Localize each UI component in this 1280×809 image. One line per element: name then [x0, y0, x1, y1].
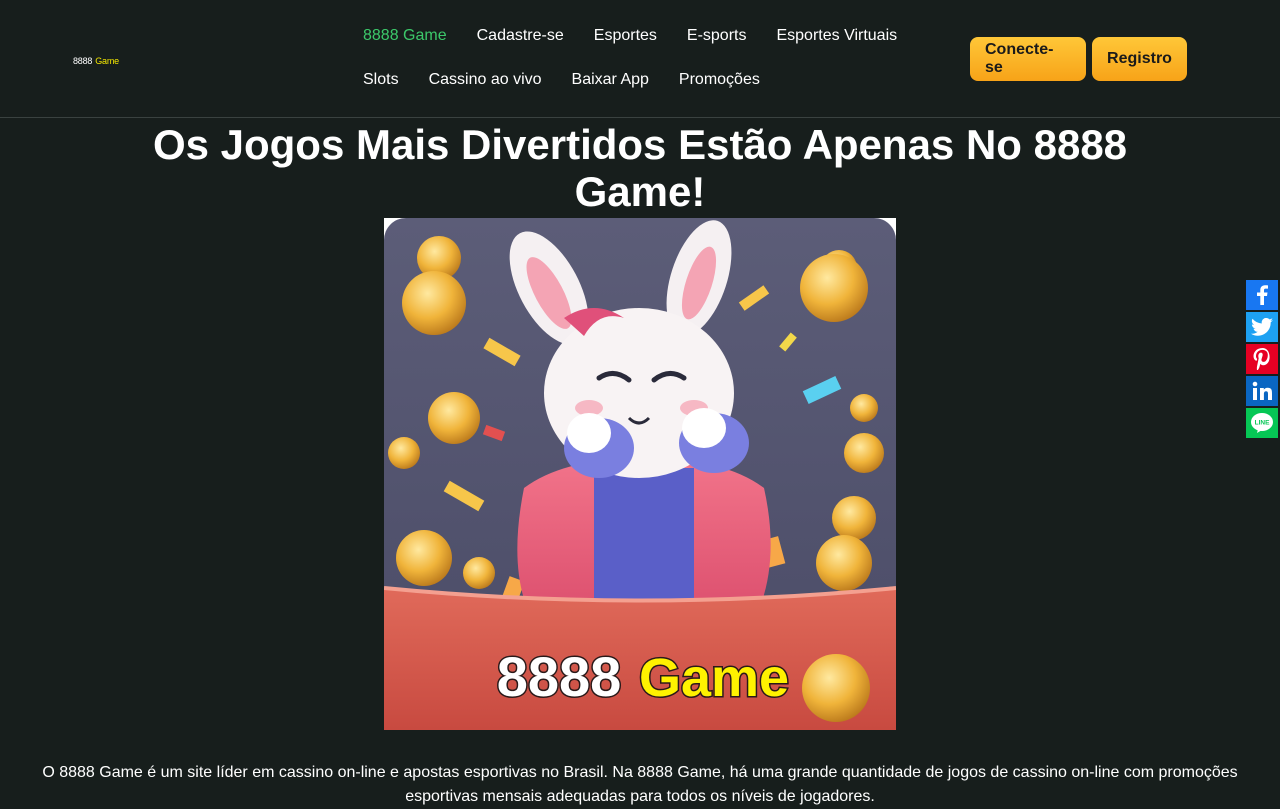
share-pinterest-button[interactable]	[1246, 344, 1278, 374]
page-title: Os Jogos Mais Divertidos Estão Apenas No…	[152, 121, 1128, 215]
nav-row-primary: 8888 Game Cadastre-se Esportes E-sports …	[348, 14, 918, 58]
nav-row-secondary: Slots Cassino ao vivo Baixar App Promoçõ…	[348, 58, 918, 102]
share-linkedin-button[interactable]	[1246, 376, 1278, 406]
share-twitter-button[interactable]	[1246, 312, 1278, 342]
nav-item-esportes[interactable]: Esportes	[579, 27, 672, 45]
nav-item-slots[interactable]: Slots	[348, 71, 414, 89]
nav-item-home[interactable]: 8888 Game	[348, 27, 462, 45]
main-nav: 8888 Game Cadastre-se Esportes E-sports …	[348, 14, 918, 102]
register-button[interactable]: Registro	[1092, 37, 1187, 81]
facebook-icon	[1257, 285, 1268, 305]
share-line-button[interactable]: LINE	[1246, 408, 1278, 438]
line-icon: LINE	[1251, 413, 1273, 433]
banner-number: 8888	[497, 645, 622, 708]
nav-item-cassino-ao-vivo[interactable]: Cassino ao vivo	[414, 71, 557, 89]
nav-item-esports[interactable]: E-sports	[672, 27, 762, 45]
banner-coin	[802, 654, 870, 722]
twitter-icon	[1251, 318, 1273, 336]
logo-number: 8888	[73, 56, 93, 66]
login-button[interactable]: Conecte-se	[970, 37, 1086, 81]
site-logo[interactable]: 8888 Game	[73, 55, 119, 67]
nav-item-baixar-app[interactable]: Baixar App	[557, 71, 664, 89]
pinterest-icon	[1253, 348, 1270, 370]
nav-item-esportes-virtuais[interactable]: Esportes Virtuais	[761, 27, 912, 45]
site-header: 8888 Game 8888 Game Cadastre-se Esportes …	[0, 0, 1280, 118]
line-icon-label: LINE	[1255, 420, 1270, 427]
nav-item-cadastre[interactable]: Cadastre-se	[462, 27, 579, 45]
share-facebook-button[interactable]	[1246, 280, 1278, 310]
auth-buttons: Conecte-se Registro	[970, 37, 1187, 81]
hero-banner-image: 8888 Game	[384, 218, 896, 730]
social-share-bar: LINE	[1246, 280, 1278, 440]
logo-word: Game	[95, 56, 119, 66]
banner-word: Game	[639, 648, 789, 708]
nav-item-promocoes[interactable]: Promoções	[664, 71, 775, 89]
linkedin-icon	[1252, 381, 1272, 400]
intro-paragraph: O 8888 Game é um site líder em cassino o…	[42, 764, 1238, 805]
